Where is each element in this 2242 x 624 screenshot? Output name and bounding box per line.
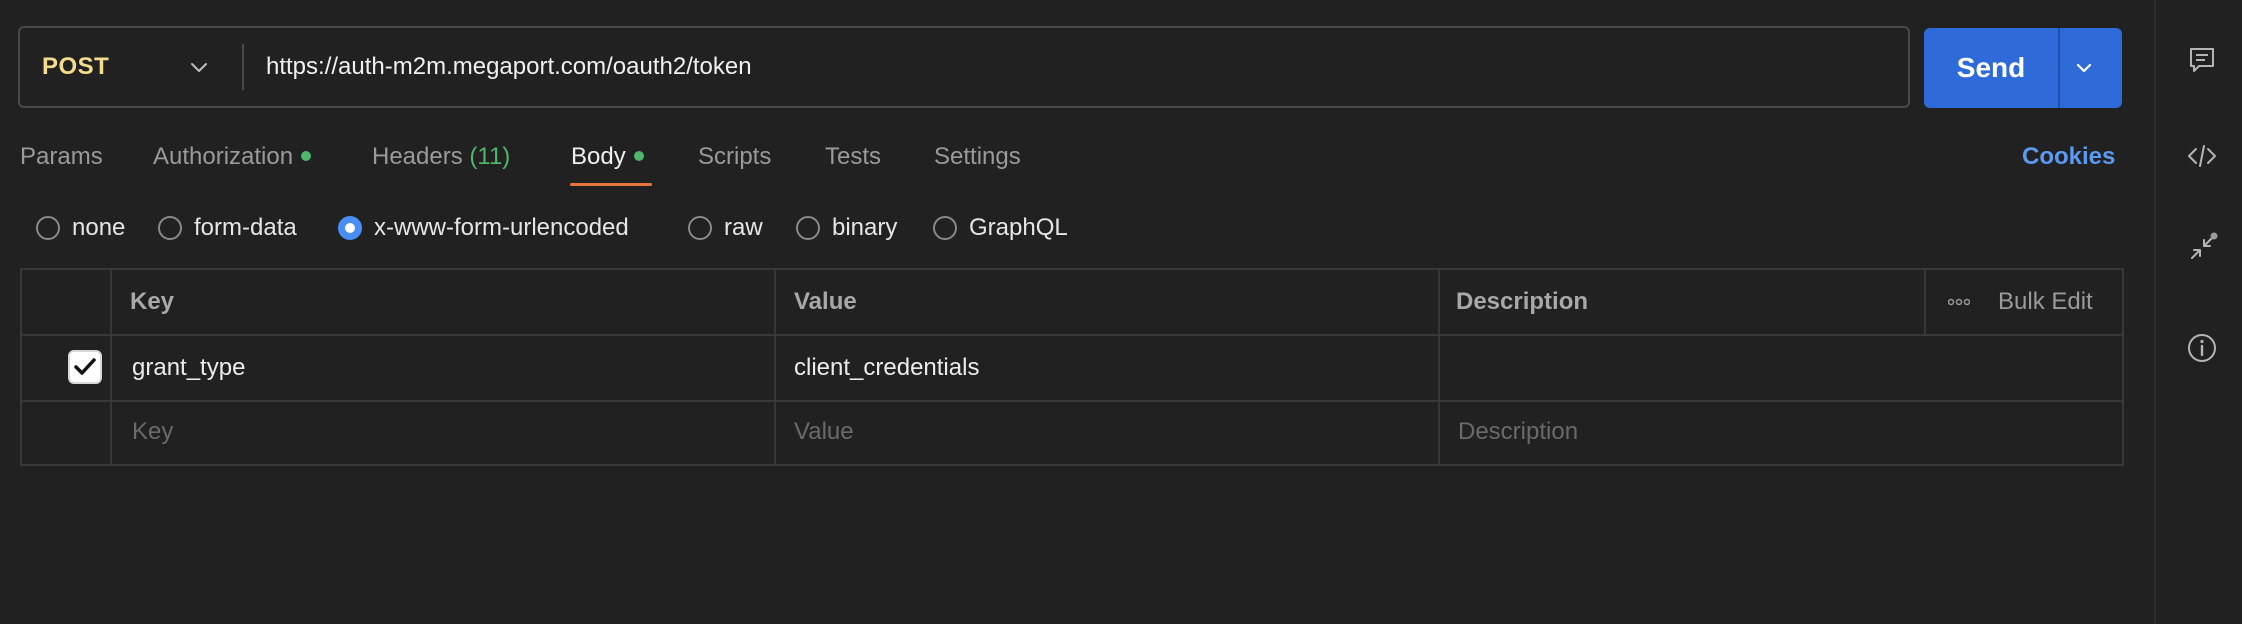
comments-icon[interactable] <box>2186 44 2218 76</box>
row-description[interactable] <box>1458 336 1918 400</box>
send-options-chevron-icon[interactable] <box>2072 56 2096 80</box>
new-key-input[interactable]: Key <box>132 402 173 462</box>
url-input[interactable]: https://auth-m2m.megaport.com/oauth2/tok… <box>266 28 752 106</box>
code-icon[interactable] <box>2186 140 2218 172</box>
radio-label: GraphQL <box>969 214 1068 241</box>
bulk-edit-button[interactable]: Bulk Edit <box>1998 270 2093 334</box>
send-divider <box>2058 28 2060 108</box>
headers-count: (11) <box>469 143 511 170</box>
tab-authorization[interactable]: Authorization <box>153 140 312 174</box>
tab-label: Params <box>20 143 103 170</box>
table-divider <box>22 400 2122 402</box>
check-icon <box>74 358 96 375</box>
url-bar: POST https://auth-m2m.megaport.com/oauth… <box>18 26 1910 108</box>
tab-scripts[interactable]: Scripts <box>698 140 771 174</box>
radio-circle <box>688 216 712 240</box>
tab-settings[interactable]: Settings <box>934 140 1021 174</box>
send-button-group: Send <box>1924 28 2122 108</box>
new-description-input[interactable]: Description <box>1458 402 1578 462</box>
chevron-down-icon <box>191 63 207 72</box>
tab-label: Tests <box>825 143 882 170</box>
tab-label: Scripts <box>698 143 772 170</box>
more-options-icon[interactable] <box>1948 296 1970 308</box>
method-select[interactable]: POST <box>20 28 242 106</box>
radio-form-data[interactable]: form-data <box>158 210 297 246</box>
radio-none[interactable]: none <box>36 210 125 246</box>
radio-circle <box>158 216 182 240</box>
cookies-link[interactable]: Cookies <box>2022 140 2115 174</box>
tab-body[interactable]: Body <box>571 140 644 174</box>
method-label: POST <box>42 53 110 80</box>
table-divider <box>110 270 112 464</box>
status-dot <box>633 150 644 161</box>
tab-label: Body <box>571 143 626 170</box>
row-key[interactable]: grant_type <box>132 336 245 400</box>
column-header-key: Key <box>130 288 175 315</box>
radio-label: raw <box>724 214 763 241</box>
active-tab-underline <box>570 183 652 186</box>
radio-graphql[interactable]: GraphQL <box>933 210 1068 246</box>
table-divider <box>774 270 776 464</box>
column-header-value: Value <box>794 288 857 315</box>
radio-label: binary <box>832 214 898 241</box>
params-table: Key Value Description Bulk Edit grant_ty… <box>20 268 2124 466</box>
radio-circle <box>796 216 820 240</box>
right-sidebar <box>2154 0 2242 624</box>
radio-circle <box>933 216 957 240</box>
radio-label: x-www-form-urlencoded <box>374 214 629 241</box>
table-divider <box>1438 270 1440 464</box>
row-enabled-checkbox[interactable] <box>68 350 102 384</box>
table-divider <box>1924 270 1926 334</box>
tab-tests[interactable]: Tests <box>825 140 881 174</box>
collapse-arrows-icon[interactable] <box>2186 232 2218 264</box>
url-divider <box>242 44 244 90</box>
radio-x-www-form-urlencoded[interactable]: x-www-form-urlencoded <box>338 210 629 246</box>
row-value[interactable]: client_credentials <box>794 336 979 400</box>
new-value-input[interactable]: Value <box>794 402 854 462</box>
send-button[interactable]: Send <box>1924 28 2058 108</box>
column-header-description: Description <box>1456 288 1589 315</box>
info-icon[interactable] <box>2186 332 2218 364</box>
radio-label: none <box>72 214 126 241</box>
radio-binary[interactable]: binary <box>796 210 897 246</box>
request-editor: POST https://auth-m2m.megaport.com/oauth… <box>0 0 2154 624</box>
tab-headers[interactable]: Headers (11) <box>372 140 510 174</box>
radio-circle-selected <box>338 216 362 240</box>
tab-params[interactable]: Params <box>20 140 103 174</box>
radio-circle <box>36 216 60 240</box>
tab-label: Headers <box>372 143 463 170</box>
radio-raw[interactable]: raw <box>688 210 763 246</box>
tab-label: Settings <box>934 143 1021 170</box>
status-dot <box>301 150 312 161</box>
tab-label: Authorization <box>153 143 294 170</box>
radio-label: form-data <box>194 214 297 241</box>
